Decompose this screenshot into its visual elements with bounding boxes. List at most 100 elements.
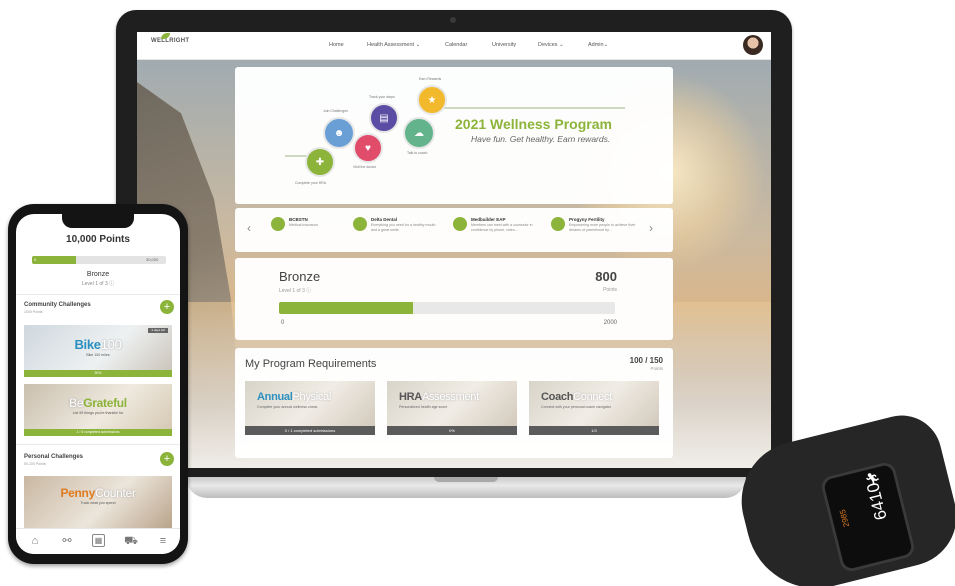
requirement-tile[interactable]: CoachConnect Connect with your personal …: [529, 381, 659, 435]
community-challenges-sub: 1000 Points: [24, 310, 43, 314]
level-progress-bar: [279, 302, 615, 314]
tile-desc: Complete your annual wellness check.: [257, 405, 319, 409]
step-label: Earn Rewards: [419, 77, 442, 81]
tile-tag: 3 days left: [148, 328, 168, 333]
challenge-tile[interactable]: BeGrateful List 99 things you're thankfu…: [24, 384, 172, 436]
tile-status: 0 / 1 completed submissions: [245, 426, 375, 435]
tile-name: PennyCounter: [60, 486, 136, 500]
partner-name: BCBSTN: [289, 217, 308, 222]
tile-name: CoachConnect: [541, 391, 612, 403]
level-points: 800: [595, 269, 617, 284]
tile-status: 0%: [387, 426, 517, 435]
menu-icon[interactable]: ≡: [156, 534, 170, 548]
add-community-button[interactable]: +: [160, 300, 174, 314]
logo-text: WELLRIGHT: [151, 38, 190, 44]
partner-desc: Everything you need for a healthy mouth …: [371, 223, 436, 232]
hero-card: ✚ ☻ ♥ ▤ ☁ ★ Complete your HRA Join Chall…: [235, 67, 673, 204]
requirement-tile[interactable]: AnnualPhysical Complete your annual well…: [245, 381, 375, 435]
tile-desc: List 99 things you're thankful for: [72, 411, 124, 415]
phone: 10,000 Points 0 30,000 Bronze Level 1 of…: [8, 204, 188, 564]
heart-hand-icon: [453, 217, 467, 231]
progress-fill: [279, 302, 414, 314]
requirements-count: 100 / 150: [629, 356, 663, 365]
tile-status: 1/3: [529, 426, 659, 435]
tab-bar: ⌂ ⚯ ▦ ⛟ ≡: [16, 528, 180, 554]
nav-home[interactable]: Home: [329, 42, 344, 48]
bar-min: 0: [281, 320, 285, 326]
avatar[interactable]: [743, 35, 763, 55]
top-nav: WELLRIGHT Home Health Assessment ⌄ Calen…: [137, 32, 771, 60]
tile-name: Bike100: [74, 337, 122, 352]
partner-desc: Medical Insurance: [289, 223, 319, 227]
level-name: Bronze: [279, 269, 321, 284]
program-title: 2021 Wellness Program: [455, 116, 612, 132]
coach-icon[interactable]: ☁: [403, 117, 435, 149]
partner-name: Medbuilder EAP: [471, 217, 506, 222]
step-label: Join Challenges: [323, 109, 348, 113]
laptop-notch: [434, 477, 498, 482]
nav-university[interactable]: University: [492, 42, 516, 48]
divider: [16, 444, 180, 445]
community-challenges-title: Community Challenges: [24, 302, 91, 308]
partner-name: Delta Dental: [371, 217, 398, 222]
chevron-left-icon[interactable]: ‹: [247, 221, 251, 235]
nav-health-assessment[interactable]: Health Assessment ⌄: [367, 42, 420, 48]
link-icon[interactable]: ⚯: [60, 534, 74, 548]
phone-notch: [62, 214, 134, 228]
tile-name: HRAAssessment: [399, 391, 479, 403]
progress-fill: [32, 256, 77, 264]
add-personal-button[interactable]: +: [160, 452, 174, 466]
tile-desc: Track what you spend: [80, 501, 116, 505]
step-label: Track your steps: [369, 95, 395, 99]
step-label: Complete your HRA: [295, 181, 327, 185]
nav-devices[interactable]: Devices ⌄: [538, 42, 564, 48]
path-line: [435, 107, 625, 109]
divider: [16, 294, 180, 295]
program-subtitle: Have fun. Get healthy. Earn rewards.: [471, 134, 611, 144]
partner-desc: Empowering more people to achieve their …: [569, 223, 636, 232]
tile-name: BeGrateful: [69, 396, 127, 410]
band-kcal: 2985: [837, 508, 852, 528]
home-icon[interactable]: ⌂: [28, 534, 42, 548]
challenge-tile[interactable]: PennyCounter Track what you spend: [24, 476, 172, 528]
nav-admin[interactable]: Admin⌄: [588, 42, 608, 48]
family-icon: [551, 217, 565, 231]
rewards-icon[interactable]: ★: [417, 85, 447, 115]
hra-icon[interactable]: ✚: [305, 147, 335, 177]
tile-desc: Connect with your personal coach navigat…: [541, 405, 611, 409]
nav-calendar[interactable]: Calendar: [445, 42, 467, 48]
requirement-tile[interactable]: HRAAssessment Personalized health age sc…: [387, 381, 517, 435]
steps-icon[interactable]: ▤: [369, 103, 399, 133]
level-name: Bronze: [86, 271, 110, 278]
personal-challenges-title: Personal Challenges: [24, 454, 84, 460]
laptop-base: [186, 477, 746, 498]
person-icon: [271, 217, 285, 231]
challenge-tile[interactable]: 3 days left Bike100 Bike 100 miles 50%: [24, 325, 172, 377]
cart-icon[interactable]: ⛟: [124, 534, 138, 548]
tile-status: 1 / 6 completed submissions: [24, 429, 172, 436]
tile-desc: Bike 100 miles: [86, 353, 110, 357]
band-steps: 6410: [863, 480, 891, 523]
fitness-band: 🏃︎ 6410 2985: [728, 407, 955, 586]
partner-desc: Members can meet with a counselor in con…: [471, 223, 533, 232]
camera: [450, 17, 456, 23]
challenges-icon[interactable]: ☻: [323, 117, 355, 149]
personal-challenges-sub: 50-100 Points: [24, 462, 46, 466]
requirements-card: My Program Requirements 100 / 150 Points…: [235, 348, 673, 458]
bar-min: 0: [34, 257, 37, 262]
chevron-right-icon[interactable]: ›: [649, 221, 653, 235]
logo[interactable]: WELLRIGHT: [151, 33, 190, 44]
points-title: 10,000 Points: [66, 234, 130, 245]
level-sub: Level 1 of 3 ⓘ: [81, 281, 115, 287]
doctor-icon[interactable]: ♥: [353, 133, 383, 163]
tooth-icon: [353, 217, 367, 231]
calendar-icon[interactable]: ▦: [92, 534, 105, 547]
tile-desc: Personalized health age score: [399, 405, 448, 409]
laptop: WELLRIGHT Home Health Assessment ⌄ Calen…: [116, 10, 792, 480]
tile-status: 50%: [24, 370, 172, 377]
tile-name: AnnualPhysical: [257, 391, 332, 403]
partners-carousel: ‹ BCBSTN Medical Insurance Delta Dental …: [235, 208, 673, 252]
level-sub: Level 1 of 3 ⓘ: [279, 288, 312, 294]
bar-max: 2000: [603, 320, 617, 326]
points-unit: Points: [603, 287, 617, 293]
